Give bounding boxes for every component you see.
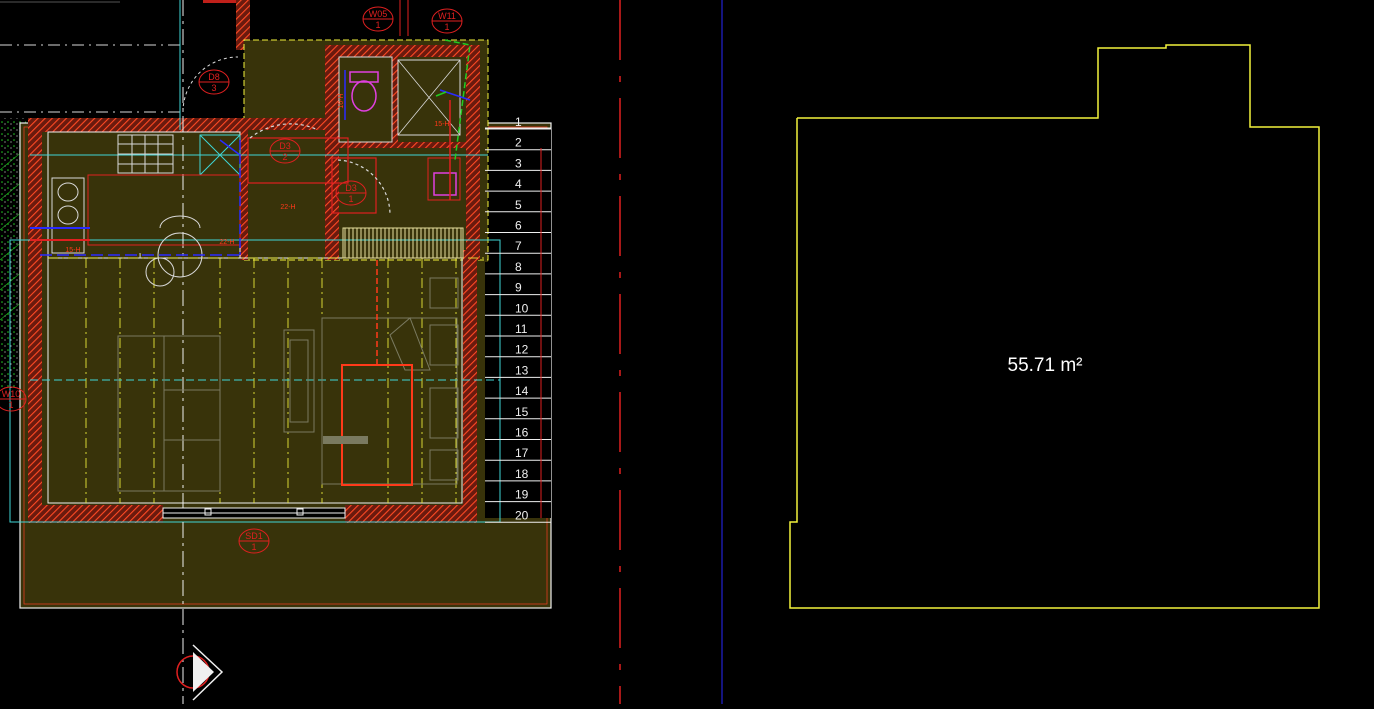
tag-bubble[interactable]: SD11 <box>238 528 270 554</box>
area-value: 55.71 m² <box>1007 355 1083 376</box>
stair-treads <box>342 227 464 259</box>
tag-code: W11 <box>438 11 456 21</box>
stair-step-number: 4 <box>515 177 522 191</box>
stair-step-number: 12 <box>515 343 529 357</box>
tag-number: 1 <box>444 22 449 32</box>
stair-step-number: 1 <box>515 115 522 129</box>
stair-step-number: 17 <box>515 446 529 460</box>
pipe-label: 22-H <box>219 239 234 246</box>
north-arrow-icon <box>176 644 224 701</box>
stair-step-number: 2 <box>515 136 522 150</box>
stair-step-number: 16 <box>515 426 529 440</box>
tag-number: 2 <box>282 152 287 162</box>
tag-bubble[interactable]: W101 <box>0 386 27 412</box>
cad-viewport[interactable]: 1 2 3 4 5 6 7 8 9 10 11 12 13 14 15 16 17 18 19 20 W05 1 W11 1… <box>0 0 1374 704</box>
tag-number: 3 <box>211 83 216 93</box>
pipe-label: 15-H <box>65 247 80 254</box>
tag-code: D8 <box>208 72 220 82</box>
tag-bubble[interactable]: D32 <box>269 138 301 164</box>
floor-plan[interactable]: 1234567891011121314151617181920 W051W111… <box>0 0 552 704</box>
stair-step-number: 13 <box>515 363 529 377</box>
stair-step-number: 3 <box>515 156 522 170</box>
area-outline[interactable] <box>789 44 1320 609</box>
stair-step-number: 18 <box>515 467 529 481</box>
wall-fragment <box>203 0 239 3</box>
tag-bubble[interactable]: D83 <box>198 69 230 95</box>
pipe-label: 16-H <box>338 93 345 108</box>
stair-step-number: 6 <box>515 219 522 233</box>
tag-code: W05 <box>369 9 388 19</box>
tag-number: 1 <box>375 20 380 30</box>
stair-step-number: 9 <box>515 281 522 295</box>
tag-code: SD1 <box>245 531 263 541</box>
stair-step-number: 7 <box>515 239 522 253</box>
tag-code: D3 <box>345 183 357 193</box>
tag-number: 1 <box>348 194 353 204</box>
stair-step-number: 15 <box>515 405 529 419</box>
tag-code: W10 <box>2 389 21 399</box>
stair-step-number: 20 <box>515 508 529 522</box>
tag-bubble[interactable]: D31 <box>335 180 367 206</box>
stair-step-number: 14 <box>515 384 529 398</box>
stair-step-number: 5 <box>515 198 522 212</box>
stair-step-number: 8 <box>515 260 522 274</box>
tag-number: 1 <box>251 542 256 552</box>
stair-step-number: 10 <box>515 301 529 315</box>
sliding-door-sd1 <box>162 507 346 519</box>
pipe-label: 22-H <box>280 204 295 211</box>
tag-code: D3 <box>279 141 291 151</box>
tag-bubble[interactable]: W111 <box>431 8 463 34</box>
stair-step-number: 11 <box>515 322 528 336</box>
stair-step-number: 19 <box>515 488 529 502</box>
tag-bubble[interactable]: W051 <box>362 6 394 32</box>
pipe-label: 15-H <box>434 121 449 128</box>
tv-unit <box>323 436 368 444</box>
cad-drawing-canvas[interactable]: 1234567891011121314151617181920 W051W111… <box>0 0 1374 704</box>
tag-number: 1 <box>8 400 13 410</box>
